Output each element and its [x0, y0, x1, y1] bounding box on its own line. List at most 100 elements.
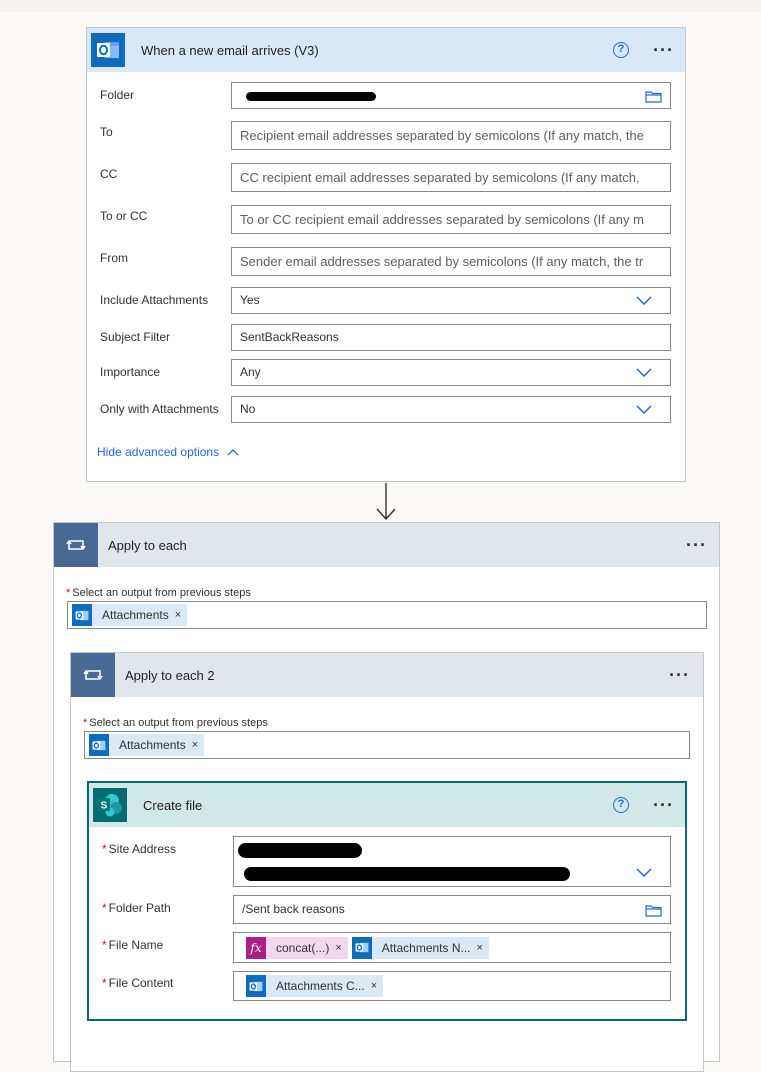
loop-icon	[71, 653, 115, 697]
loop-icon	[54, 523, 98, 567]
from-label: From	[100, 251, 128, 265]
site-address-dropdown[interactable]	[233, 836, 671, 887]
hide-advanced-options-link[interactable]: Hide advanced options	[97, 445, 239, 459]
file-name-field[interactable]: fx concat(...) × Attachments N... ×	[233, 932, 671, 963]
required-marker: *	[102, 938, 107, 952]
redacted-site-address	[238, 843, 362, 858]
sharepoint-icon: S	[93, 788, 127, 822]
remove-token-icon[interactable]: ×	[175, 609, 187, 621]
folder-field[interactable]	[231, 82, 671, 109]
chevron-up-icon	[227, 449, 239, 456]
cc-label: CC	[100, 167, 118, 181]
chevron-down-icon	[636, 296, 652, 305]
required-marker: *	[102, 842, 107, 856]
canvas-top-strip	[0, 0, 761, 12]
connector-arrow-icon	[376, 483, 396, 521]
required-marker: *	[102, 976, 107, 990]
concat-token-label: concat(...)	[276, 940, 330, 955]
apply-to-each-2-card: Apply to each 2 ··· * Select an output fr…	[70, 652, 704, 1072]
apply-to-each-header[interactable]: Apply to each ···	[54, 523, 719, 567]
more-options-button[interactable]: ···	[653, 796, 674, 814]
site-address-label: * Site Address	[102, 842, 176, 856]
svg-text:S: S	[101, 801, 108, 812]
file-content-label: * File Content	[102, 976, 173, 990]
select-output-label: * Select an output from previous steps	[66, 587, 251, 599]
attachments-token[interactable]: Attachments ×	[89, 734, 205, 756]
subject-filter-field[interactable]: SentBackReasons	[231, 324, 671, 351]
folder-path-field[interactable]: /Sent back reasons	[233, 895, 671, 924]
more-options-button[interactable]: ···	[653, 41, 674, 59]
create-file-header[interactable]: S Create file ? ···	[89, 783, 685, 827]
folder-picker-icon[interactable]	[645, 904, 662, 917]
only-with-attachments-value: No	[240, 402, 256, 416]
hide-advanced-options-label: Hide advanced options	[97, 445, 220, 459]
attachments-token-label: Attachments	[102, 608, 169, 622]
importance-dropdown[interactable]: Any	[231, 359, 671, 386]
chevron-down-icon	[636, 868, 652, 877]
file-name-label-text: File Name	[108, 938, 164, 952]
outlook-icon	[246, 975, 266, 997]
only-with-attachments-label: Only with Attachments	[100, 402, 219, 416]
site-address-label-text: Site Address	[108, 842, 177, 856]
folder-picker-icon[interactable]	[645, 90, 662, 103]
apply-to-each-title: Apply to each	[108, 537, 187, 553]
remove-token-icon[interactable]: ×	[371, 980, 383, 992]
chevron-down-icon	[636, 405, 652, 414]
outlook-icon	[91, 33, 125, 67]
remove-token-icon[interactable]: ×	[335, 942, 347, 954]
attachments-name-token[interactable]: Attachments N... ×	[351, 936, 489, 959]
select-output-label: * Select an output from previous steps	[83, 717, 268, 729]
required-marker: *	[102, 901, 107, 915]
subject-filter-label: Subject Filter	[100, 330, 171, 344]
concat-expression-token[interactable]: fx concat(...) ×	[246, 936, 348, 959]
file-content-field[interactable]: Attachments C... ×	[233, 971, 671, 1001]
select-output-label-text: Select an output from previous steps	[72, 587, 251, 599]
trigger-title: When a new email arrives (V3)	[141, 42, 319, 58]
help-icon[interactable]: ?	[613, 797, 629, 813]
attachments-name-token-label: Attachments N...	[381, 940, 471, 955]
importance-value: Any	[240, 365, 261, 379]
folder-label: Folder	[100, 88, 135, 102]
select-output-label-text: Select an output from previous steps	[89, 717, 268, 729]
only-with-attachments-dropdown[interactable]: No	[231, 396, 671, 423]
email-trigger-card: When a new email arrives (V3) ? ··· Fold…	[86, 27, 686, 482]
apply-to-each-2-title: Apply to each 2	[125, 667, 215, 683]
help-icon[interactable]: ?	[613, 42, 629, 58]
outlook-icon	[89, 734, 109, 756]
file-content-label-text: File Content	[108, 976, 174, 990]
outlook-icon	[351, 936, 372, 959]
folder-path-label-text: Folder Path	[108, 901, 171, 915]
remove-token-icon[interactable]: ×	[477, 942, 489, 954]
fx-icon: fx	[246, 936, 266, 959]
redacted-folder-value	[246, 92, 376, 101]
to-or-cc-label: To or CC	[100, 209, 148, 223]
more-options-button[interactable]: ···	[686, 536, 707, 554]
select-output-field[interactable]: Attachments ×	[84, 731, 690, 759]
include-attachments-label: Include Attachments	[100, 293, 209, 307]
select-output-field[interactable]: Attachments ×	[67, 601, 707, 629]
from-field[interactable]: Sender email addresses separated by semi…	[231, 247, 671, 276]
apply-to-each-card: Apply to each ··· * Select an output from…	[53, 522, 720, 1072]
more-options-button[interactable]: ···	[669, 666, 690, 684]
folder-path-label: * Folder Path	[102, 901, 171, 915]
importance-label: Importance	[100, 365, 161, 379]
file-name-label: * File Name	[102, 938, 163, 952]
include-attachments-value: Yes	[240, 293, 260, 307]
remove-token-icon[interactable]: ×	[192, 739, 204, 751]
email-trigger-header[interactable]: When a new email arrives (V3) ? ···	[87, 28, 685, 72]
cc-field[interactable]: CC recipient email addresses separated b…	[231, 163, 671, 192]
attachments-token-label: Attachments	[119, 738, 186, 752]
to-or-cc-field[interactable]: To or CC recipient email addresses separ…	[231, 205, 671, 234]
folder-path-value: /Sent back reasons	[242, 902, 345, 916]
to-label: To	[100, 125, 113, 139]
attachments-token[interactable]: Attachments ×	[72, 604, 188, 626]
apply-to-each-2-header[interactable]: Apply to each 2 ···	[71, 653, 703, 697]
redacted-site-address-url	[244, 867, 570, 881]
required-marker: *	[83, 717, 88, 729]
create-file-title: Create file	[143, 797, 203, 813]
attachments-content-token[interactable]: Attachments C... ×	[246, 975, 384, 997]
include-attachments-dropdown[interactable]: Yes	[231, 287, 671, 314]
attachments-content-token-label: Attachments C...	[276, 979, 365, 993]
to-field[interactable]: Recipient email addresses separated by s…	[231, 121, 671, 150]
create-file-card: S Create file ? ··· * Site Address * Folde…	[87, 781, 687, 1021]
